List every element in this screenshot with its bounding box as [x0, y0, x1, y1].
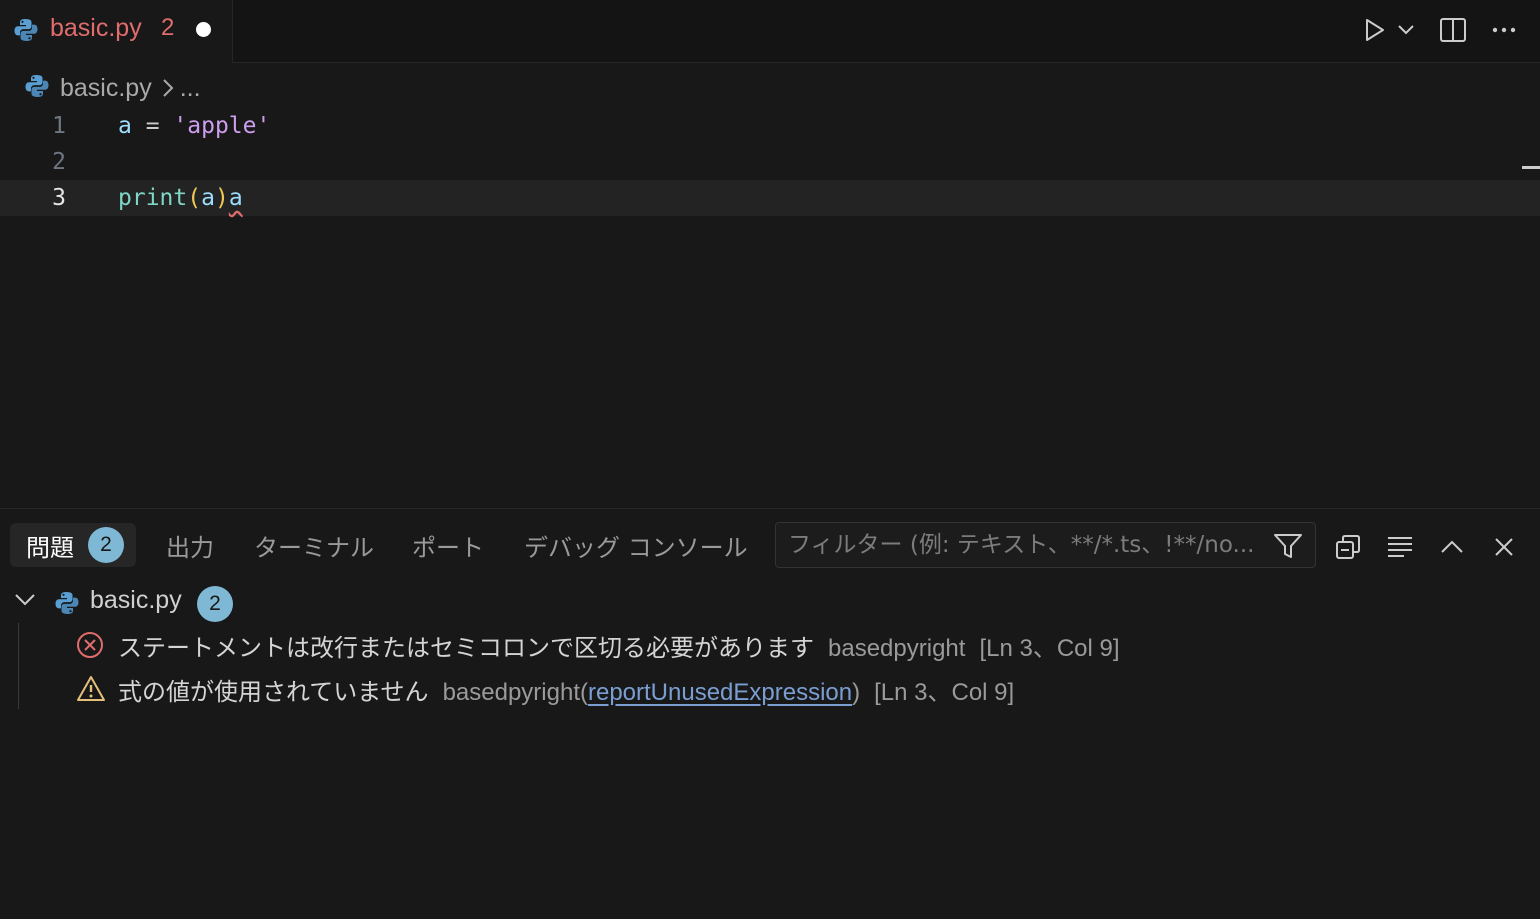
problem-source: basedpyright(	[442, 679, 588, 706]
code-token: print	[118, 185, 188, 211]
code-token: a	[201, 185, 215, 211]
tab-terminal[interactable]: ターミナル	[254, 523, 374, 567]
filter-icon[interactable]	[1273, 532, 1303, 564]
code-token: a	[118, 113, 132, 139]
problem-item-warning[interactable]: 式の値が使用されていません basedpyright(reportUnusedEx…	[0, 667, 1540, 711]
overview-ruler-mark	[1522, 166, 1540, 169]
maximize-panel-icon[interactable]	[1436, 531, 1468, 563]
tab-problem-count: 2	[161, 14, 175, 41]
python-file-icon	[54, 590, 80, 620]
problems-count-badge: 2	[88, 527, 124, 563]
chevron-down-icon[interactable]	[14, 592, 36, 611]
unsaved-dot-icon[interactable]	[196, 22, 211, 37]
code-token: 'apple'	[173, 113, 271, 139]
problem-message: 式の値が使用されていません	[118, 678, 429, 706]
problem-source: basedpyright	[828, 635, 966, 662]
collapse-all-icon[interactable]	[1332, 531, 1364, 563]
breadcrumb-symbols[interactable]: ...	[180, 74, 201, 103]
code-line[interactable]: 1 a = 'apple'	[0, 108, 1540, 144]
more-icon[interactable]	[1488, 14, 1520, 46]
error-squiggle-token: a	[228, 185, 243, 211]
code-text[interactable]: print(a)a	[118, 180, 243, 216]
editor-tab-basic-py[interactable]: basic.py 2	[0, 0, 233, 63]
close-icon[interactable]	[1488, 531, 1520, 563]
problem-message: ステートメントは改行またはセミコロンで区切る必要があります	[118, 634, 814, 662]
file-problem-count-badge: 2	[197, 586, 233, 622]
tab-debug-console[interactable]: デバッグ コンソール	[524, 523, 748, 567]
rule-link[interactable]: reportUnusedExpression	[588, 679, 852, 706]
tab-file-name: basic.py	[50, 14, 142, 42]
line-number: 3	[52, 185, 66, 211]
tab-problems[interactable]: 問題 2	[10, 523, 136, 567]
problem-file-name: basic.py	[90, 586, 182, 614]
run-icon[interactable]	[1358, 14, 1390, 46]
filter-input[interactable]	[788, 523, 1268, 567]
line-number: 1	[52, 113, 66, 139]
breadcrumb-file[interactable]: basic.py	[60, 74, 152, 103]
problem-location: [Ln 3、Col 9]	[979, 635, 1120, 662]
line-number: 2	[52, 149, 66, 175]
problems-filter	[775, 522, 1316, 568]
bottom-panel: 問題 2 出力 ターミナル ポート デバッグ コンソール フィルター (例: テ…	[0, 508, 1540, 919]
word-wrap-icon[interactable]	[1384, 531, 1416, 563]
problem-item-error[interactable]: ステートメントは改行またはセミコロンで区切る必要があります basedpyrigh…	[0, 623, 1540, 667]
code-editor[interactable]: 1 a = 'apple' 2 3 print(a)a	[0, 108, 1540, 508]
tab-output[interactable]: 出力	[166, 523, 214, 567]
python-file-icon	[13, 17, 39, 47]
tab-ports[interactable]: ポート	[412, 523, 484, 567]
python-file-icon	[24, 73, 50, 103]
breadcrumb: basic.py ...	[24, 70, 201, 106]
tab-problems-label: 問題	[26, 533, 74, 562]
code-line[interactable]: 2	[0, 144, 1540, 180]
chevron-down-icon[interactable]	[1394, 18, 1418, 42]
warning-icon	[76, 675, 106, 707]
code-line-current[interactable]: 3 print(a)a	[0, 180, 1540, 216]
code-token: )	[214, 185, 229, 211]
problem-location: [Ln 3、Col 9]	[874, 679, 1015, 706]
code-token: =	[131, 113, 174, 139]
problem-file-row[interactable]: basic.py 2	[0, 584, 1540, 622]
chevron-right-icon	[162, 78, 174, 98]
editor-tab-bar: basic.py 2	[0, 0, 1540, 63]
split-editor-icon[interactable]	[1436, 13, 1470, 47]
error-icon	[76, 631, 104, 663]
code-token: (	[187, 185, 202, 211]
code-text[interactable]: a = 'apple'	[118, 108, 270, 144]
problem-source-close: )	[852, 679, 861, 706]
